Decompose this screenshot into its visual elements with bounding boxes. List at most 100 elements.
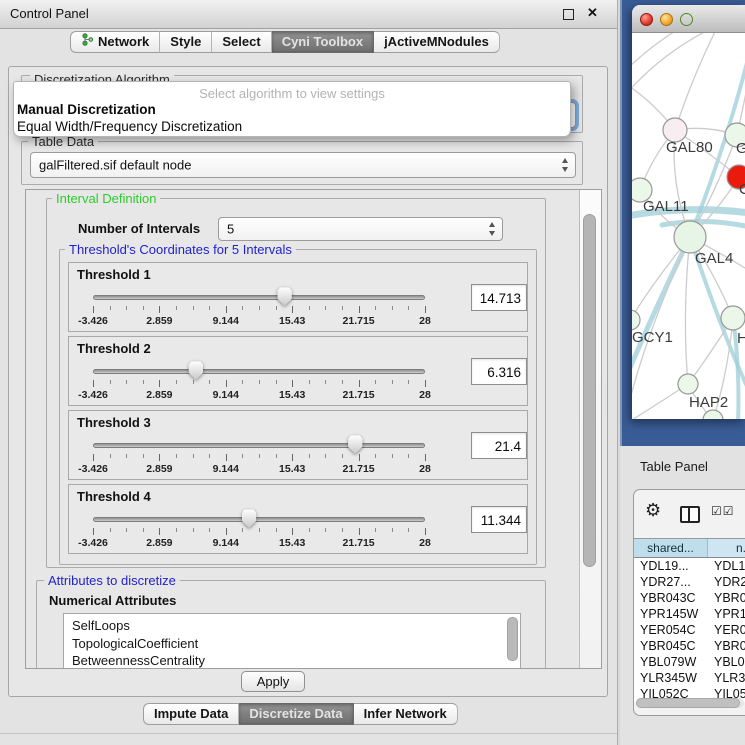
- threshold-value-field[interactable]: 14.713: [471, 284, 527, 311]
- tab-label: Network: [98, 32, 149, 52]
- tab-cyni-toolbox[interactable]: Cyni Toolbox: [272, 31, 374, 53]
- threshold-value-field[interactable]: 21.4: [471, 432, 527, 459]
- tab-network[interactable]: Network: [70, 31, 160, 53]
- list-item[interactable]: BetweennessCentrality: [64, 652, 520, 669]
- apply-button[interactable]: Apply: [241, 671, 305, 692]
- slider-tick-label: 28: [419, 315, 431, 327]
- list-item[interactable]: TopologicalCoefficient: [64, 635, 520, 653]
- settings-gear-icon[interactable]: ⚙: [645, 502, 661, 520]
- threshold-value-field[interactable]: 11.344: [471, 506, 527, 533]
- tab-select[interactable]: Select: [212, 31, 271, 53]
- window-title: Control Panel: [10, 6, 89, 21]
- network-node-gal4[interactable]: [674, 221, 706, 253]
- table-horizontal-scrollbar-thumb[interactable]: [636, 698, 740, 708]
- column-header-name[interactable]: n...: [708, 539, 745, 557]
- number-of-intervals-combobox[interactable]: 5: [218, 217, 503, 241]
- slider-tick-label: 21.715: [343, 537, 375, 549]
- slider-tick-label: 28: [419, 463, 431, 475]
- attributes-group-title: Attributes to discretize: [44, 573, 180, 588]
- select-columns-icon[interactable]: [680, 506, 700, 523]
- list-item[interactable]: SelfLoops: [64, 617, 520, 635]
- cell-name: YDL19...: [714, 558, 745, 574]
- algorithm-dropdown-prompt: Select algorithm to view settings: [14, 82, 570, 101]
- algorithm-option-manual-discretization[interactable]: Manual Discretization: [14, 101, 570, 118]
- network-edge: [685, 237, 690, 384]
- slider-tick-label: -3.426: [78, 537, 108, 549]
- tab-impute-data[interactable]: Impute Data: [143, 703, 239, 725]
- combo-stepper-icon: [560, 157, 571, 173]
- tab-label: Discretize Data: [249, 704, 342, 724]
- float-window-icon[interactable]: [563, 9, 574, 20]
- threshold-slider[interactable]: -3.4262.8599.14415.4321.71528: [93, 511, 425, 551]
- slider-tick-label: 2.859: [146, 389, 172, 401]
- table-row[interactable]: YLR345WYLR345W: [634, 670, 745, 686]
- control-panel-titlebar: Control Panel ✕: [0, 0, 617, 29]
- slider-tick-label: 15.43: [279, 315, 305, 327]
- table-data-combobox[interactable]: galFiltered.sif default node: [30, 152, 576, 178]
- network-view-window: GAL80GCGAL11GAL4GCY1HHAP2: [632, 5, 745, 419]
- threshold-panel: Threshold 3-3.4262.8599.14415.4321.71528…: [68, 410, 528, 480]
- network-canvas[interactable]: GAL80GCGAL11GAL4GCY1HHAP2: [632, 33, 745, 419]
- attributes-group: Attributes to discretize Numerical Attri…: [36, 580, 546, 669]
- table-row[interactable]: YDR27...YDR27...: [634, 574, 745, 590]
- thresholds-group-title: Threshold's Coordinates for 5 Intervals: [65, 242, 296, 257]
- cell-name: YBR045C: [714, 638, 745, 654]
- list-scrollbar[interactable]: [507, 617, 518, 661]
- slider-tick-label: 2.859: [146, 315, 172, 327]
- table-header: shared... n...: [634, 538, 745, 558]
- slider-tick-label: 9.144: [213, 315, 239, 327]
- minimize-traffic-light-icon[interactable]: [660, 13, 673, 26]
- threshold-panel: Threshold 2 -3.4262.8599.14415.4321.71528…: [68, 336, 528, 406]
- column-header-shared-name[interactable]: shared...: [634, 539, 708, 557]
- slider-thumb[interactable]: [188, 361, 203, 380]
- network-node-label: GCY1: [632, 329, 673, 346]
- screen: Control Panel ✕ Network StyleSelect Cyni T…: [0, 0, 745, 745]
- table-row[interactable]: YBR045C YBR045C: [634, 638, 745, 654]
- show-columns-checkboxes-icon[interactable]: ☑☑: [711, 504, 735, 518]
- network-window-titlebar[interactable]: [632, 5, 745, 33]
- network-node-hap2[interactable]: [678, 374, 698, 394]
- table-row[interactable]: YBL079WYBL079W: [634, 654, 745, 670]
- tab-discretize-data[interactable]: Discretize Data: [239, 703, 353, 725]
- cell-name: YER054C: [714, 622, 745, 638]
- numerical-attributes-list[interactable]: SelfLoopsTopologicalCoefficientBetweenne…: [63, 613, 521, 669]
- tab-label: Impute Data: [154, 704, 228, 724]
- threshold-value-field[interactable]: 6.316: [471, 358, 527, 385]
- tab-style[interactable]: Style: [160, 31, 212, 53]
- tab-jactivemnodules[interactable]: jActiveMNodules: [374, 31, 500, 53]
- threshold-slider[interactable]: -3.4262.8599.14415.4321.71528: [93, 437, 425, 477]
- close-icon[interactable]: ✕: [587, 5, 598, 21]
- table-horizontal-scrollbar[interactable]: [636, 698, 744, 708]
- table-row[interactable]: YPR145WYPR145W: [634, 606, 745, 622]
- slider-thumb[interactable]: [277, 287, 292, 306]
- slider-tick-label: 15.43: [279, 463, 305, 475]
- settings-scrollbar-thumb[interactable]: [583, 214, 596, 567]
- cell-shared-name: YBR045C: [640, 638, 696, 654]
- table-row[interactable]: YDL19... YDL19...: [634, 558, 745, 574]
- cell-shared-name: YLR345W: [640, 670, 697, 686]
- cell-shared-name: YDL19...: [640, 558, 689, 574]
- table-row[interactable]: YER054C YER054C: [634, 622, 745, 638]
- threshold-label: Threshold 2: [77, 341, 151, 356]
- threshold-slider[interactable]: -3.4262.8599.14415.4321.71528: [93, 289, 425, 329]
- slider-tick-label: 28: [419, 389, 431, 401]
- cell-name: YDR27...: [714, 574, 745, 590]
- table-row[interactable]: YBR043CYBR043C: [634, 590, 745, 606]
- tab-infer-network[interactable]: Infer Network: [354, 703, 458, 725]
- network-node-label: GAL11: [643, 198, 689, 215]
- settings-scrollbar[interactable]: [579, 190, 601, 668]
- algorithm-option-equal-width-frequency-discretization[interactable]: Equal Width/Frequency Discretization: [14, 118, 570, 135]
- cell-shared-name: YER054C: [640, 622, 696, 638]
- slider-thumb[interactable]: [348, 435, 363, 454]
- threshold-slider[interactable]: -3.4262.8599.14415.4321.71528: [93, 363, 425, 403]
- threshold-panel: Threshold 1-3.4262.8599.14415.4321.71528…: [68, 262, 528, 332]
- tab-label: Infer Network: [364, 704, 447, 724]
- network-node-gcy1[interactable]: [632, 310, 640, 330]
- zoom-traffic-light-icon[interactable]: [680, 13, 693, 26]
- tab-label: Cyni Toolbox: [282, 32, 363, 52]
- close-traffic-light-icon[interactable]: [640, 13, 653, 26]
- network-node-h[interactable]: [721, 306, 745, 330]
- number-of-intervals-value: 5: [227, 222, 234, 237]
- slider-thumb[interactable]: [242, 509, 257, 528]
- table-rows: YDL19... YDL19...YDR27...YDR27...YBR043CY…: [634, 558, 745, 702]
